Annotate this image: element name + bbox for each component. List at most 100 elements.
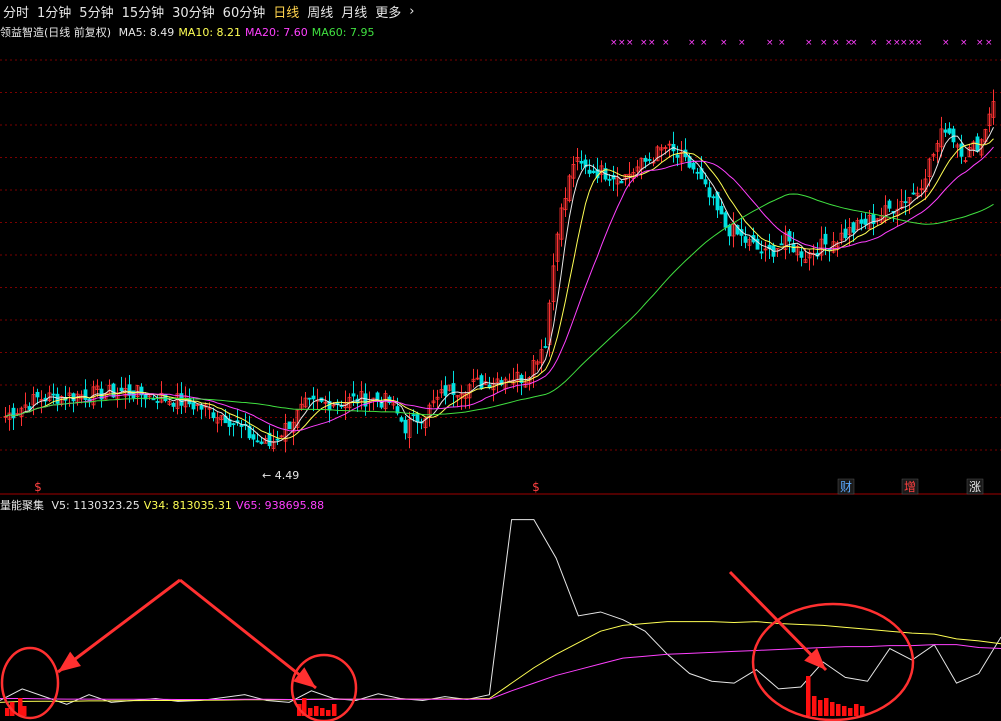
marker-cai: 财 xyxy=(840,480,852,494)
candle-body xyxy=(727,224,732,237)
candle-body xyxy=(823,233,828,245)
candle-body xyxy=(55,393,60,404)
signal-mark: × xyxy=(700,38,708,48)
signal-mark: × xyxy=(976,38,984,48)
candle-body xyxy=(903,201,908,204)
signal-mark: × xyxy=(805,38,813,48)
marker-s-2: $ xyxy=(532,480,540,494)
candle-body xyxy=(287,421,292,430)
candle-body xyxy=(695,171,700,174)
volume-bar xyxy=(5,708,10,716)
volume-bar xyxy=(848,708,853,716)
candle-body xyxy=(239,424,244,427)
volume-bar xyxy=(824,698,829,716)
volume-line-v5 xyxy=(0,519,1001,705)
candle-body xyxy=(719,205,724,215)
candle-body xyxy=(127,384,132,396)
marker-zhang: 涨 xyxy=(969,479,981,494)
signal-mark: × xyxy=(640,38,648,48)
candle-body xyxy=(35,391,40,398)
candle-body xyxy=(887,200,892,209)
candle-body xyxy=(119,387,124,392)
candle-body xyxy=(251,434,256,440)
low-price-label: ← 4.49 xyxy=(262,469,299,482)
signal-mark: × xyxy=(942,38,950,48)
candle-body xyxy=(211,412,216,419)
ma-line-ma5 xyxy=(5,127,994,443)
candle-body xyxy=(943,129,948,133)
candle-body xyxy=(255,440,260,443)
candle-body xyxy=(351,393,356,397)
candle-body xyxy=(479,375,484,389)
volume-line-v34 xyxy=(0,621,1001,703)
volume-bar xyxy=(18,698,23,716)
candle-body xyxy=(779,243,784,246)
candle-body xyxy=(707,187,712,198)
candle-body xyxy=(799,251,804,258)
candle-body xyxy=(51,393,56,396)
volume-bar xyxy=(836,704,841,716)
candle-body xyxy=(11,407,16,419)
candle-body xyxy=(959,143,964,157)
candle-body xyxy=(863,218,868,225)
candle-body xyxy=(675,154,680,158)
signal-mark: × xyxy=(778,38,786,48)
volume-bar xyxy=(830,702,835,716)
signal-mark: × xyxy=(610,38,618,48)
stock-chart[interactable]: × × × × × × × × × × × × × × × ×× × × × × × × × × × ×← 4.49$ $ 财增涨 xyxy=(0,0,1001,721)
volume-bar xyxy=(812,696,817,716)
candle-body xyxy=(911,192,916,195)
candle-body xyxy=(851,222,856,233)
candle-body xyxy=(691,162,696,170)
candle-body xyxy=(543,346,548,348)
signal-mark: × xyxy=(900,38,908,48)
signal-mark: × xyxy=(960,38,968,48)
candle-body xyxy=(703,179,708,185)
signal-mark: × xyxy=(820,38,828,48)
volume-bar xyxy=(308,708,313,716)
candle-body xyxy=(415,413,420,423)
candle-body xyxy=(231,423,236,426)
candle-body xyxy=(411,414,416,417)
signal-mark: × xyxy=(832,38,840,48)
candle-body xyxy=(259,441,264,444)
volume-bar xyxy=(806,676,811,716)
candle-body xyxy=(171,402,176,407)
signal-mark: × xyxy=(618,38,626,48)
volume-bar xyxy=(842,706,847,716)
volume-bar xyxy=(326,710,331,716)
candle-body xyxy=(947,128,952,134)
signal-mark: × xyxy=(915,38,923,48)
signal-mark: × xyxy=(626,38,634,48)
signal-mark: × xyxy=(766,38,774,48)
volume-bar xyxy=(314,706,319,716)
signal-mark: × xyxy=(720,38,728,48)
marker-s-1: $ xyxy=(34,480,42,494)
candle-body xyxy=(759,251,764,254)
candle-body xyxy=(399,417,404,422)
signal-mark: × xyxy=(662,38,670,48)
signal-mark: × xyxy=(738,38,746,48)
candle-body xyxy=(311,395,316,400)
candle-body xyxy=(591,170,596,174)
volume-bar xyxy=(332,704,337,716)
volume-bar xyxy=(320,708,325,716)
arrow-1-shaft xyxy=(57,578,181,674)
candle-body xyxy=(151,398,156,401)
candle-body xyxy=(643,157,648,162)
highlight-circle-1 xyxy=(0,646,60,720)
signal-mark: × xyxy=(885,38,893,48)
candle-body xyxy=(951,128,956,143)
candle-body xyxy=(859,219,864,224)
candle-body xyxy=(647,159,652,161)
candle-body xyxy=(579,160,584,164)
candle-body xyxy=(275,438,280,441)
candle-body xyxy=(155,401,160,403)
signal-mark: × xyxy=(870,38,878,48)
candle-body xyxy=(607,178,612,181)
signal-mark: × xyxy=(850,38,858,48)
signal-mark: × xyxy=(688,38,696,48)
signal-mark: × xyxy=(648,38,656,48)
volume-bar xyxy=(818,700,823,716)
candle-body xyxy=(619,180,624,184)
